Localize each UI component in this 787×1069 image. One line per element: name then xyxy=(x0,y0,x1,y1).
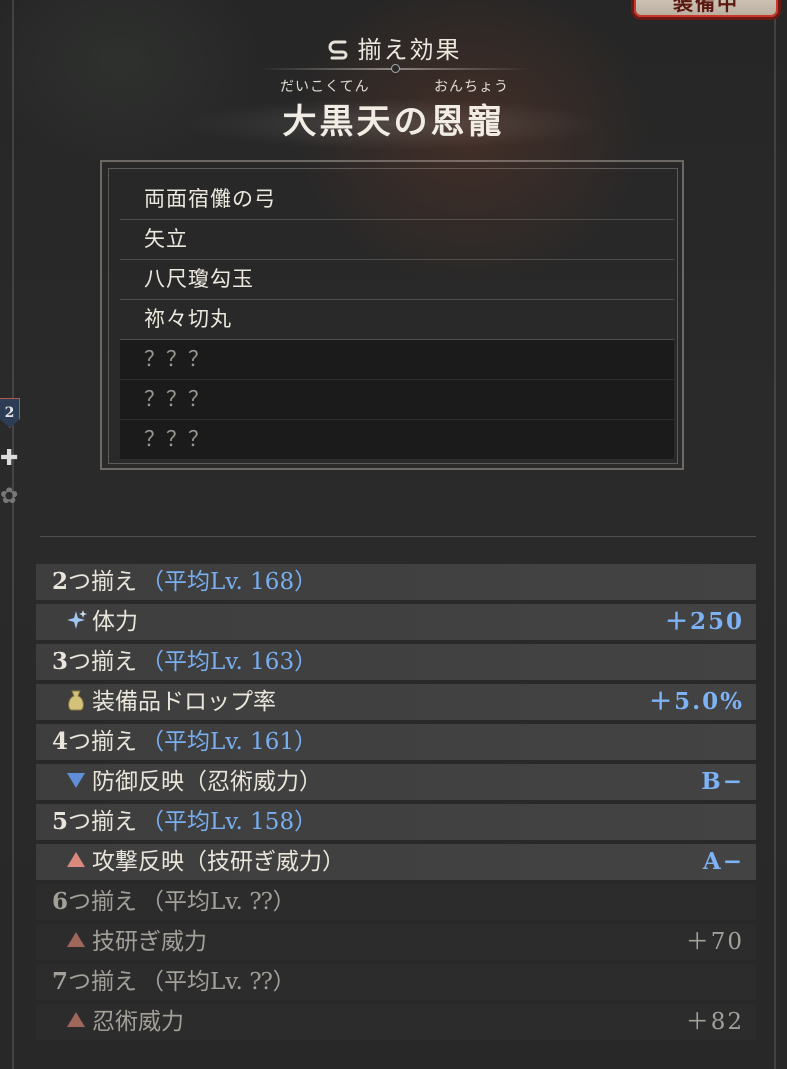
equipped-badge: 装備中 xyxy=(631,0,781,20)
tier-average-level: （平均Lv. 163） xyxy=(141,649,318,675)
bonus-divider xyxy=(40,536,756,537)
tier-count: 2 xyxy=(52,568,69,595)
set-item-locked: ？？？ xyxy=(120,420,674,460)
bonus-tier-header: 2つ揃え （平均Lv. 168） xyxy=(36,564,756,600)
bonus-tier-header: 4つ揃え （平均Lv. 161） xyxy=(36,724,756,760)
tier-count: 7 xyxy=(52,968,69,995)
tier-average-level: （平均Lv. ⁇） xyxy=(141,969,296,995)
sparkle-icon xyxy=(67,610,87,629)
tier-average-level: （平均Lv. ⁇） xyxy=(141,889,296,915)
effect-name: 装備品ドロップ率 xyxy=(92,689,276,715)
tier-average-level: （平均Lv. 161） xyxy=(141,729,318,755)
header-title-text: 揃え効果 xyxy=(357,36,462,64)
bonus-effect-row-inactive: 技研ぎ威力 ＋70 xyxy=(36,924,756,960)
triangle-up-icon xyxy=(67,932,85,947)
effect-value: ＋5.0% xyxy=(649,688,744,715)
triangle-up-icon xyxy=(67,852,85,867)
bonus-effect-row: 装備品ドロップ率 ＋5.0% xyxy=(36,684,756,720)
tier-label: つ揃え xyxy=(68,729,138,755)
set-item[interactable]: 八尺瓊勾玉 xyxy=(120,260,674,300)
bonus-tier-header-inactive: 7つ揃え （平均Lv. ⁇） xyxy=(36,964,756,1000)
set-item-locked: ？？？ xyxy=(120,340,674,380)
effect-name: 技研ぎ威力 xyxy=(92,929,207,955)
tier-label: つ揃え xyxy=(68,809,138,835)
tier-count: 6 xyxy=(52,888,69,915)
bonus-effect-row: 防御反映（忍術威力） B− xyxy=(36,764,756,800)
tier-label: つ揃え xyxy=(68,889,138,915)
set-item[interactable]: 矢立 xyxy=(120,220,674,260)
furigana-left: だいこくてん xyxy=(280,79,370,95)
triangle-down-icon xyxy=(67,773,85,788)
furigana-right: おんちょう xyxy=(434,79,509,95)
effect-name: 攻撃反映（技研ぎ威力） xyxy=(92,849,345,875)
set-item-list: 両面宿儺の弓 矢立 八尺瓊勾玉 祢々切丸 ？？？ ？？？ ？？？ xyxy=(120,180,674,460)
tier-count: 4 xyxy=(52,728,69,755)
set-bonus-list: 2つ揃え （平均Lv. 168） 体力 ＋250 3つ揃え （平均Lv. 163） … xyxy=(36,564,756,1044)
effect-value: ＋250 xyxy=(664,608,744,635)
set-item[interactable]: 祢々切丸 xyxy=(120,300,674,340)
bonus-tier-header-inactive: 6つ揃え （平均Lv. ⁇） xyxy=(36,884,756,920)
tier-average-level: （平均Lv. 158） xyxy=(141,809,318,835)
plus-icon[interactable]: ✚ xyxy=(0,446,18,471)
bonus-effect-row: 体力 ＋250 xyxy=(36,604,756,640)
effect-value: B− xyxy=(701,768,744,795)
effect-name: 体力 xyxy=(92,609,138,635)
tier-label: つ揃え xyxy=(68,569,138,595)
effect-name: 忍術威力 xyxy=(92,1009,184,1035)
tier-average-level: （平均Lv. 168） xyxy=(141,569,318,595)
divider-ornament xyxy=(391,64,400,73)
effect-value: ＋82 xyxy=(685,1009,744,1035)
bonus-effect-row-inactive: 忍術威力 ＋82 xyxy=(36,1004,756,1040)
tier-label: つ揃え xyxy=(68,969,138,995)
flower-icon: ✿ xyxy=(0,484,19,509)
triangle-up-icon xyxy=(67,1012,85,1027)
tier-label: つ揃え xyxy=(68,649,138,675)
bonus-effect-row: 攻撃反映（技研ぎ威力） A− xyxy=(36,844,756,880)
bonus-tier-header: 3つ揃え （平均Lv. 163） xyxy=(36,644,756,680)
tier-count: 3 xyxy=(52,648,69,675)
pouch-icon xyxy=(68,690,84,711)
tier-count: 5 xyxy=(52,808,69,835)
effect-value: ＋70 xyxy=(685,929,744,955)
effect-name: 防御反映（忍術威力） xyxy=(92,769,322,795)
set-name: 大黒天の恩寵 xyxy=(282,102,505,142)
effect-value: A− xyxy=(702,848,744,875)
set-item[interactable]: 両面宿儺の弓 xyxy=(120,180,674,220)
set-effect-icon xyxy=(328,40,347,60)
header-title: 揃え効果 xyxy=(0,30,787,65)
set-item-locked: ？？？ xyxy=(120,380,674,420)
bonus-tier-header: 5つ揃え （平均Lv. 158） xyxy=(36,804,756,840)
